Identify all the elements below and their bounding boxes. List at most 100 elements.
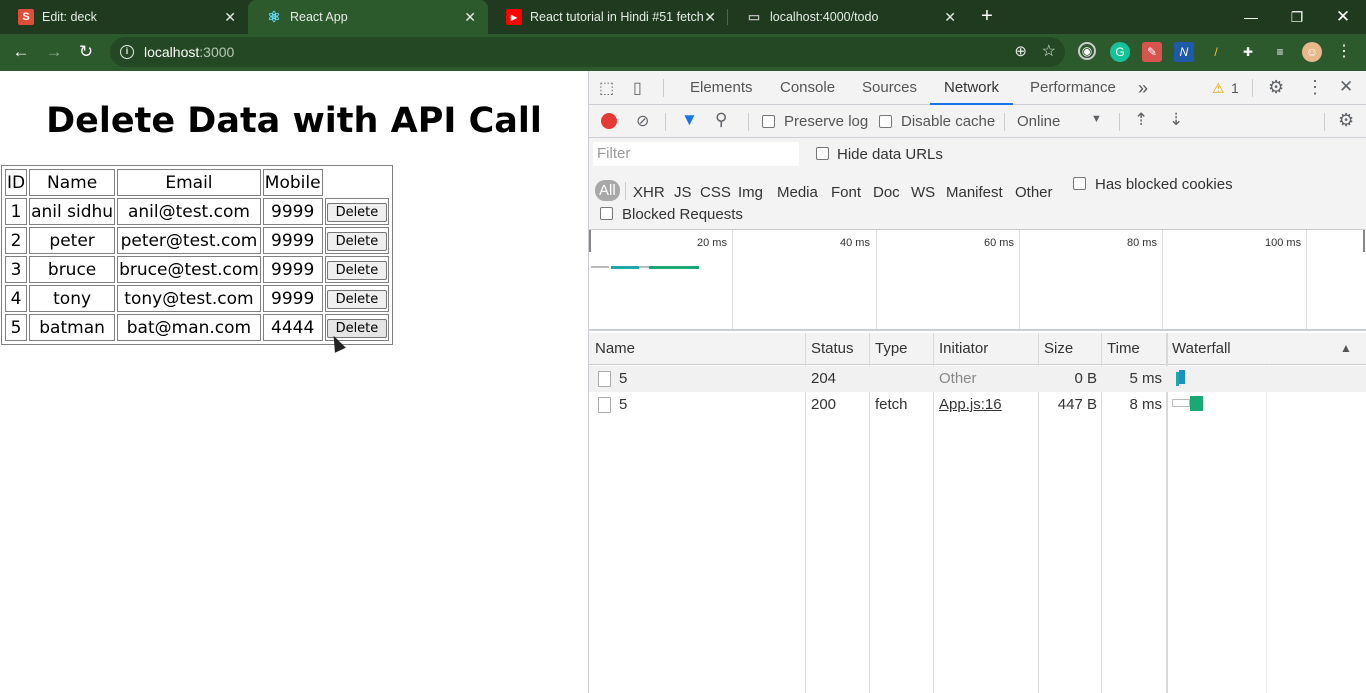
more-tabs-button[interactable]: »: [1138, 71, 1148, 105]
tab-localhost-todo[interactable]: ▭ localhost:4000/todo ✕: [728, 0, 968, 34]
settings-gear-icon[interactable]: ⚙: [1268, 77, 1284, 98]
reload-button[interactable]: ↻: [75, 41, 97, 63]
avatar[interactable]: ☺: [1302, 42, 1322, 62]
cell-name: tony: [29, 285, 116, 312]
tab-edit-deck[interactable]: S Edit: deck ✕: [0, 0, 248, 34]
cell-action: Delete: [324, 285, 390, 312]
tab-youtube[interactable]: ▶ React tutorial in Hindi #51 fetch / ✕: [488, 0, 728, 34]
cell-email: peter@test.com: [117, 227, 261, 254]
extension-n-icon[interactable]: N: [1174, 42, 1194, 62]
filter-type-media[interactable]: Media: [777, 184, 818, 201]
chevron-down-icon[interactable]: ▼: [1091, 113, 1102, 125]
overview-handle[interactable]: [589, 230, 591, 252]
page-favicon-icon: ▭: [747, 9, 761, 24]
has-blocked-cookies-checkbox[interactable]: [1073, 177, 1086, 190]
close-icon[interactable]: ✕: [944, 9, 956, 26]
address-bar[interactable]: i localhost:3000 ⊕ ☆: [110, 37, 1065, 67]
tab-console[interactable]: Console: [780, 71, 835, 105]
close-icon[interactable]: ✕: [704, 9, 716, 26]
file-icon: [598, 397, 611, 414]
warning-count[interactable]: 1: [1231, 80, 1239, 96]
filter-type-doc[interactable]: Doc: [873, 184, 900, 201]
header-name[interactable]: Name: [589, 333, 635, 365]
column-header: Mobile: [262, 169, 323, 196]
disable-cache-checkbox[interactable]: [879, 115, 892, 128]
tab-title: localhost:4000/todo: [770, 10, 879, 24]
bookmark-star-icon[interactable]: ☆: [1042, 41, 1056, 61]
pen-icon[interactable]: /: [1206, 42, 1226, 62]
header-status[interactable]: Status: [805, 333, 854, 365]
overview-handle[interactable]: [1363, 230, 1365, 252]
filter-type-css[interactable]: CSS: [700, 184, 731, 201]
hide-data-urls-checkbox[interactable]: [816, 147, 829, 160]
record-icon[interactable]: [601, 113, 617, 129]
request-row[interactable]: 5 200 fetch App.js:16 447 B 8 ms: [589, 392, 1366, 418]
delete-button[interactable]: Delete: [326, 290, 388, 309]
sort-ascending-icon[interactable]: ▲: [1340, 341, 1352, 355]
request-initiator-link[interactable]: App.js:16: [939, 392, 1002, 418]
zoom-icon[interactable]: ⊕: [1014, 42, 1027, 60]
close-devtools-icon[interactable]: ✕: [1339, 77, 1353, 97]
inspect-element-icon[interactable]: ⬚: [599, 78, 614, 98]
filter-icon[interactable]: ▼: [681, 110, 698, 130]
back-button[interactable]: ←: [10, 41, 32, 63]
preserve-log-label: Preserve log: [784, 113, 869, 130]
new-tab-button[interactable]: +: [976, 5, 998, 27]
header-time[interactable]: Time: [1101, 333, 1140, 365]
filter-type-img[interactable]: Img: [738, 184, 763, 201]
export-har-icon[interactable]: ⇣: [1169, 110, 1183, 130]
filter-type-other[interactable]: Other: [1015, 184, 1053, 201]
warning-icon[interactable]: ⚠: [1212, 80, 1225, 97]
delete-button[interactable]: Delete: [326, 232, 388, 251]
cell-id: 1: [5, 198, 28, 225]
filter-type-manifest[interactable]: Manifest: [946, 184, 1003, 201]
close-icon[interactable]: ✕: [464, 9, 476, 26]
cell-mobile: 4444: [262, 314, 323, 341]
filter-type-js[interactable]: JS: [674, 184, 692, 201]
import-har-icon[interactable]: ⇡: [1134, 110, 1148, 130]
blocked-requests-checkbox[interactable]: [600, 207, 613, 220]
cell-name: bruce: [29, 256, 116, 283]
device-toolbar-icon[interactable]: ▯: [633, 78, 642, 98]
minimize-button[interactable]: —: [1228, 0, 1274, 34]
info-icon[interactable]: i: [120, 45, 134, 59]
puzzle-icon[interactable]: ✚: [1238, 42, 1258, 62]
header-type[interactable]: Type: [869, 333, 908, 365]
filter-type-font[interactable]: Font: [831, 184, 861, 201]
request-row[interactable]: 5 204 Other 0 B 5 ms: [589, 366, 1366, 392]
browser-toolbar: ← → ↻ i localhost:3000 ⊕ ☆ ◉ G ✎ N / ✚ ≡…: [0, 34, 1366, 71]
cell-mobile: 9999: [262, 285, 323, 312]
forward-button[interactable]: →: [43, 41, 65, 63]
tab-elements[interactable]: Elements: [690, 71, 753, 105]
network-overview-timeline: 20 ms 40 ms 60 ms 80 ms 100 ms: [589, 230, 1366, 331]
close-icon[interactable]: ✕: [224, 9, 236, 26]
network-settings-gear-icon[interactable]: ⚙: [1338, 110, 1354, 131]
clear-icon[interactable]: ⊘: [636, 111, 649, 131]
menu-icon[interactable]: ⋮: [1334, 42, 1354, 62]
media-queue-icon[interactable]: ≡: [1270, 42, 1290, 62]
extension-record-icon[interactable]: ◉: [1078, 42, 1096, 60]
search-icon[interactable]: ⚲: [715, 110, 727, 130]
filter-type-ws[interactable]: WS: [911, 184, 935, 201]
more-options-icon[interactable]: ⋮: [1306, 77, 1324, 98]
preserve-log-checkbox[interactable]: [762, 115, 775, 128]
restore-button[interactable]: ❐: [1274, 0, 1320, 34]
throttling-select[interactable]: Online: [1017, 113, 1060, 130]
tab-react-app[interactable]: ⚛ React App ✕: [248, 0, 488, 34]
filter-type-all[interactable]: All: [595, 180, 620, 201]
grammarly-icon[interactable]: G: [1110, 42, 1130, 62]
header-initiator[interactable]: Initiator: [933, 333, 988, 365]
delete-button[interactable]: Delete: [326, 203, 388, 222]
youtube-favicon-icon: ▶: [506, 9, 522, 25]
filter-type-xhr[interactable]: XHR: [633, 184, 665, 201]
header-waterfall[interactable]: Waterfall: [1166, 333, 1231, 365]
tab-network[interactable]: Network: [930, 71, 1014, 105]
close-window-button[interactable]: ✕: [1320, 0, 1366, 34]
overview-bar: [649, 266, 699, 269]
extension-icon[interactable]: ✎: [1142, 42, 1162, 62]
tab-sources[interactable]: Sources: [862, 71, 917, 105]
tab-performance[interactable]: Performance: [1030, 71, 1116, 105]
header-size[interactable]: Size: [1038, 333, 1073, 365]
filter-input[interactable]: Filter: [593, 142, 799, 166]
delete-button[interactable]: Delete: [326, 261, 388, 280]
